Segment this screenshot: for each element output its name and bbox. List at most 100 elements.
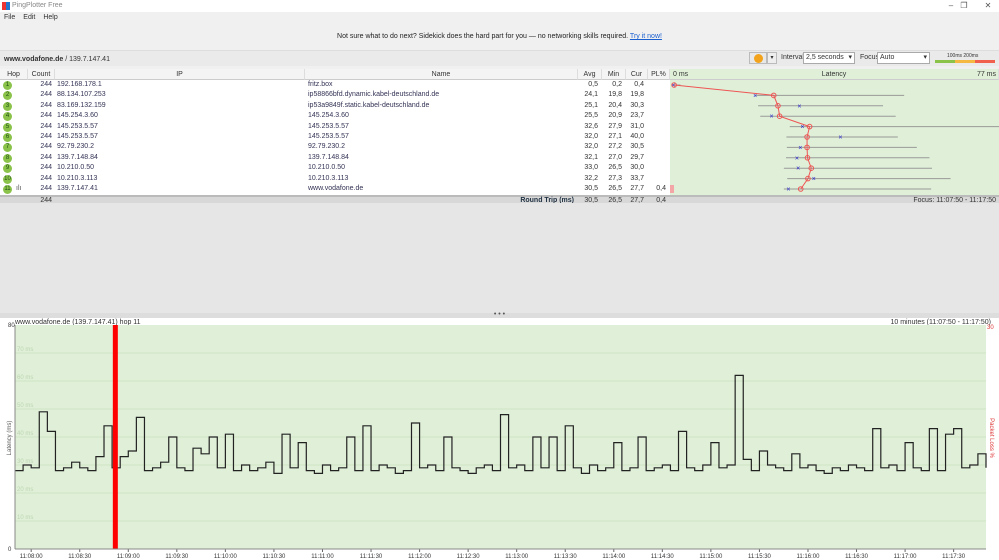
column-header-avg[interactable]: Avg <box>578 69 602 80</box>
packet-loss-bar <box>670 185 674 193</box>
hop-count: 244 <box>40 185 52 192</box>
x-tick-label: 11:12:30 <box>457 554 481 560</box>
latency-max-label: 77 ms <box>976 71 996 78</box>
hop-name: fritz.box <box>308 81 333 88</box>
x-tick-label: 11:16:00 <box>797 554 821 560</box>
x-tick-label: 11:13:30 <box>554 554 578 560</box>
focus-select[interactable]: Auto <box>877 52 930 64</box>
try-it-now-link[interactable]: Try it now! <box>630 33 662 40</box>
hop-count: 244 <box>40 153 52 161</box>
hop-row[interactable]: 6 244 145.253.5.57 145.253.5.57 32,0 27,1… <box>0 132 670 142</box>
hop-badge: 5 <box>3 122 12 132</box>
pause-button[interactable] <box>749 52 767 64</box>
column-header-cur[interactable]: Cur <box>626 69 648 80</box>
hop-row[interactable]: 2 244 88.134.107.253 ip58866bfd.dynamic.k… <box>0 90 670 101</box>
current-marker: × <box>838 135 842 142</box>
menu-file[interactable]: File <box>4 14 15 21</box>
current-marker: × <box>770 114 774 121</box>
hop-row[interactable]: 9 244 10.210.0.50 10.210.0.50 33,0 26,5 3… <box>0 163 670 174</box>
hop-cur: 23,7 <box>630 112 644 120</box>
hop-ip: 83.169.132.159 <box>57 101 106 109</box>
column-header-hop[interactable]: Hop <box>0 69 28 80</box>
hop-ip: 145.254.3.60 <box>57 112 98 120</box>
hop-min: 19,8 <box>608 91 622 99</box>
hop-badge: 4 <box>3 112 12 122</box>
hop-row[interactable]: 10 244 10.210.3.113 10.210.3.113 32,2 27,… <box>0 174 670 184</box>
x-tick-label: 11:11:00 <box>311 554 334 560</box>
hop-cur: 31,0 <box>630 122 644 130</box>
hop-avg: 32,0 <box>584 143 598 151</box>
latency-label: Latency <box>821 71 847 78</box>
column-header-name[interactable]: Name <box>305 69 578 80</box>
hop-avg: 32,1 <box>584 153 598 161</box>
hop-count: 244 <box>40 122 52 130</box>
target-host: www.vodafone.de <box>4 56 64 63</box>
menu-edit[interactable]: Edit <box>23 14 35 21</box>
current-marker: × <box>798 145 802 152</box>
close-icon[interactable]: ✕ <box>982 1 994 11</box>
hop-min: 27,0 <box>608 153 622 161</box>
x-tick-label: 11:10:00 <box>214 554 238 560</box>
interval-select[interactable]: 2,5 seconds <box>803 52 855 64</box>
hop-avg: 0,5 <box>588 81 598 88</box>
x-tick-label: 11:08:00 <box>20 554 44 560</box>
y-tick-label: 60 ms <box>17 375 33 381</box>
hop-cur: 30,5 <box>630 143 644 151</box>
interval-label: Interval <box>781 54 804 61</box>
hop-cur: 19,8 <box>630 91 644 99</box>
hop-row[interactable]: 1 244 192.168.178.1 fritz.box 0,5 0,2 0,4 <box>0 80 670 90</box>
y2-max-label: 30 <box>987 325 994 331</box>
maximize-icon[interactable]: ❐ <box>958 1 970 11</box>
column-header-count[interactable]: Count <box>28 69 55 80</box>
current-marker: × <box>796 166 800 173</box>
column-header-pl[interactable]: PL% <box>648 69 670 80</box>
y-tick-label: 70 ms <box>17 347 33 353</box>
hop-cur: 30,0 <box>630 164 644 172</box>
hop-name: 145.254.3.60 <box>308 112 349 120</box>
hop-row[interactable]: 11 ılı 244 139.7.147.41 www.vodafone.de 30… <box>0 184 670 194</box>
hop-min: 27,2 <box>608 143 622 151</box>
empty-panel <box>0 203 999 313</box>
hop-pl: 0,4 <box>656 185 666 192</box>
graph-icon[interactable]: ılı <box>16 184 21 194</box>
hop-avg: 25,1 <box>584 101 598 109</box>
target-label: www.vodafone.de / 139.7.147.41 <box>4 56 110 63</box>
hop-row[interactable]: 3 244 83.169.132.159 ip53a9849f.static.ka… <box>0 101 670 111</box>
hop-row[interactable]: 7 244 92.79.230.2 92.79.230.2 32,0 27,2 3… <box>0 142 670 153</box>
summary-row: 244 Round Trip (ms) 30,5 26,5 27,7 0,4 F… <box>0 195 999 204</box>
hop-name: ip53a9849f.static.kabel-deutschland.de <box>308 101 430 109</box>
hop-cur: 0,4 <box>634 81 644 88</box>
scale-200: 200ms <box>963 53 979 59</box>
hop-badge: 8 <box>3 153 12 163</box>
hop-name: 92.79.230.2 <box>308 143 345 151</box>
scale-100: 100ms <box>947 53 963 59</box>
x-tick-label: 11:09:00 <box>117 554 141 560</box>
pause-dropdown-button[interactable]: ▾ <box>767 52 777 64</box>
column-header-min[interactable]: Min <box>602 69 626 80</box>
hop-badge: 3 <box>3 101 12 111</box>
hop-avg: 32,0 <box>584 133 598 140</box>
y-tick-label: 80 <box>8 323 15 329</box>
y-tick-label: 0 <box>8 547 12 553</box>
hop-row[interactable]: 5 244 145.253.5.57 145.253.5.57 32,6 27,9… <box>0 122 670 132</box>
hop-count: 244 <box>40 164 52 172</box>
x-tick-label: 11:09:30 <box>165 554 189 560</box>
hop-badge: 11 <box>3 185 12 194</box>
x-tick-label: 11:14:00 <box>602 554 626 560</box>
current-marker: × <box>795 155 799 162</box>
hop-cur: 33,7 <box>630 174 644 182</box>
column-header-ip[interactable]: IP <box>55 69 305 80</box>
target-ip: 139.7.147.41 <box>69 56 110 63</box>
hop-cur: 27,7 <box>630 185 644 192</box>
menu-help[interactable]: Help <box>43 14 57 21</box>
hop-row[interactable]: 4 244 145.254.3.60 145.254.3.60 25,5 20,9… <box>0 111 670 122</box>
hop-min: 20,4 <box>608 101 622 109</box>
hop-row[interactable]: 8 244 139.7.148.84 139.7.148.84 32,1 27,0… <box>0 153 670 163</box>
hop-count: 244 <box>40 91 52 99</box>
promo-banner: Not sure what to do next? Sidekick does … <box>0 33 999 40</box>
hop-name: 145.253.5.57 <box>308 133 349 140</box>
hop-badge: 9 <box>3 164 12 174</box>
column-header-latency[interactable]: 0 ms Latency 77 ms <box>670 69 999 80</box>
minimize-icon[interactable]: – <box>945 1 957 11</box>
current-marker: × <box>812 176 816 183</box>
